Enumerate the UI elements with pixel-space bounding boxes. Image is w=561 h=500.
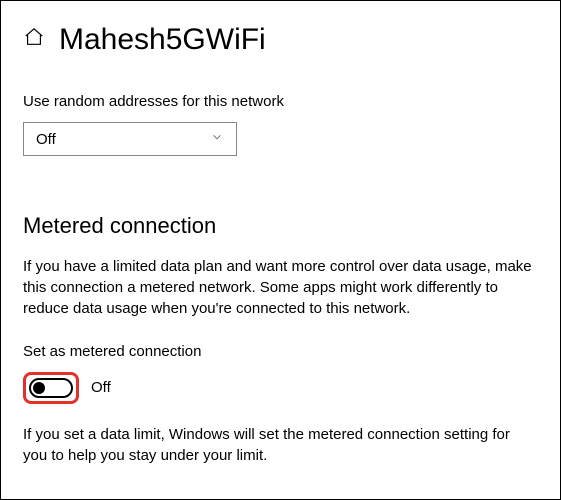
toggle-knob — [33, 382, 45, 394]
metered-toggle-label: Set as metered connection — [23, 341, 538, 362]
metered-description: If you have a limited data plan and want… — [23, 256, 538, 319]
metered-heading: Metered connection — [23, 211, 538, 242]
random-addresses-label: Use random addresses for this network — [23, 91, 538, 112]
data-limit-note: If you set a data limit, Windows will se… — [23, 424, 538, 466]
metered-toggle[interactable] — [29, 378, 73, 398]
random-addresses-dropdown[interactable]: Off — [23, 122, 237, 156]
metered-toggle-state: Off — [91, 377, 111, 398]
metered-toggle-row: Off — [23, 372, 538, 404]
page-header: Mahesh5GWiFi — [23, 19, 538, 61]
chevron-down-icon — [210, 129, 224, 150]
highlight-box — [23, 372, 79, 404]
dropdown-value: Off — [36, 129, 56, 150]
page-title: Mahesh5GWiFi — [59, 19, 266, 61]
home-icon[interactable] — [23, 26, 45, 54]
random-addresses-section: Use random addresses for this network Of… — [23, 91, 538, 156]
